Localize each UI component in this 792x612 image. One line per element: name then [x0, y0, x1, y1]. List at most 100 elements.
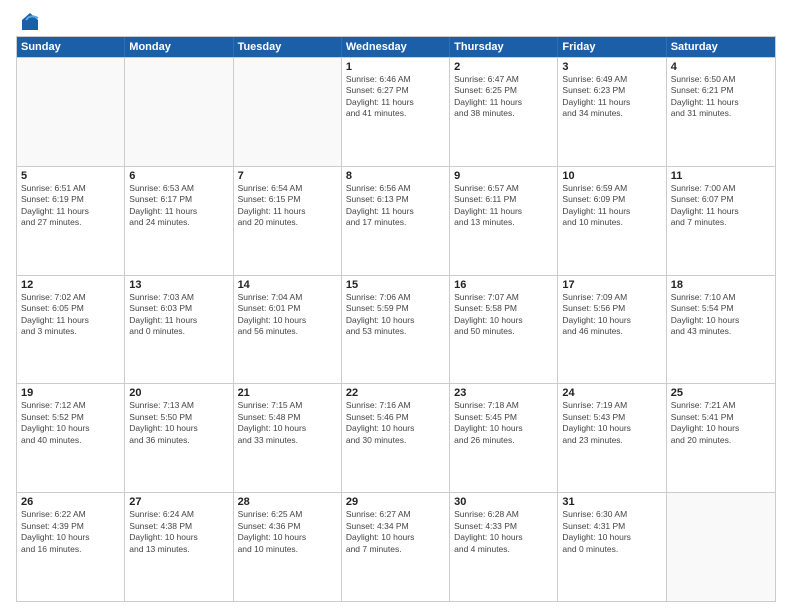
- cell-text: Sunrise: 7:13 AM Sunset: 5:50 PM Dayligh…: [129, 400, 228, 446]
- calendar-cell: 22Sunrise: 7:16 AM Sunset: 5:46 PM Dayli…: [342, 384, 450, 492]
- cell-text: Sunrise: 7:07 AM Sunset: 5:58 PM Dayligh…: [454, 292, 553, 338]
- cell-text: Sunrise: 6:30 AM Sunset: 4:31 PM Dayligh…: [562, 509, 661, 555]
- cell-text: Sunrise: 7:00 AM Sunset: 6:07 PM Dayligh…: [671, 183, 771, 229]
- cell-text: Sunrise: 6:54 AM Sunset: 6:15 PM Dayligh…: [238, 183, 337, 229]
- day-number: 16: [454, 279, 553, 291]
- day-number: 17: [562, 279, 661, 291]
- calendar-row-2: 5Sunrise: 6:51 AM Sunset: 6:19 PM Daylig…: [17, 166, 775, 275]
- day-number: 24: [562, 387, 661, 399]
- calendar-cell: 8Sunrise: 6:56 AM Sunset: 6:13 PM Daylig…: [342, 167, 450, 275]
- logo-icon: [18, 10, 42, 34]
- calendar-cell: [234, 58, 342, 166]
- calendar-cell: 11Sunrise: 7:00 AM Sunset: 6:07 PM Dayli…: [667, 167, 775, 275]
- weekday-header-monday: Monday: [125, 37, 233, 57]
- cell-text: Sunrise: 6:25 AM Sunset: 4:36 PM Dayligh…: [238, 509, 337, 555]
- cell-text: Sunrise: 7:09 AM Sunset: 5:56 PM Dayligh…: [562, 292, 661, 338]
- day-number: 10: [562, 170, 661, 182]
- cell-text: Sunrise: 6:57 AM Sunset: 6:11 PM Dayligh…: [454, 183, 553, 229]
- cell-text: Sunrise: 6:47 AM Sunset: 6:25 PM Dayligh…: [454, 74, 553, 120]
- calendar-cell: 9Sunrise: 6:57 AM Sunset: 6:11 PM Daylig…: [450, 167, 558, 275]
- calendar-cell: 7Sunrise: 6:54 AM Sunset: 6:15 PM Daylig…: [234, 167, 342, 275]
- day-number: 2: [454, 61, 553, 73]
- weekday-header-thursday: Thursday: [450, 37, 558, 57]
- calendar-row-5: 26Sunrise: 6:22 AM Sunset: 4:39 PM Dayli…: [17, 492, 775, 601]
- calendar-cell: 19Sunrise: 7:12 AM Sunset: 5:52 PM Dayli…: [17, 384, 125, 492]
- cell-text: Sunrise: 7:16 AM Sunset: 5:46 PM Dayligh…: [346, 400, 445, 446]
- day-number: 30: [454, 496, 553, 508]
- cell-text: Sunrise: 7:12 AM Sunset: 5:52 PM Dayligh…: [21, 400, 120, 446]
- header: [16, 10, 776, 30]
- cell-text: Sunrise: 6:28 AM Sunset: 4:33 PM Dayligh…: [454, 509, 553, 555]
- day-number: 5: [21, 170, 120, 182]
- calendar-cell: 4Sunrise: 6:50 AM Sunset: 6:21 PM Daylig…: [667, 58, 775, 166]
- calendar-cell: 26Sunrise: 6:22 AM Sunset: 4:39 PM Dayli…: [17, 493, 125, 601]
- calendar-cell: 10Sunrise: 6:59 AM Sunset: 6:09 PM Dayli…: [558, 167, 666, 275]
- day-number: 20: [129, 387, 228, 399]
- cell-text: Sunrise: 7:19 AM Sunset: 5:43 PM Dayligh…: [562, 400, 661, 446]
- cell-text: Sunrise: 6:46 AM Sunset: 6:27 PM Dayligh…: [346, 74, 445, 120]
- calendar-cell: 12Sunrise: 7:02 AM Sunset: 6:05 PM Dayli…: [17, 276, 125, 384]
- cell-text: Sunrise: 7:15 AM Sunset: 5:48 PM Dayligh…: [238, 400, 337, 446]
- day-number: 11: [671, 170, 771, 182]
- calendar-cell: [667, 493, 775, 601]
- day-number: 6: [129, 170, 228, 182]
- cell-text: Sunrise: 7:21 AM Sunset: 5:41 PM Dayligh…: [671, 400, 771, 446]
- day-number: 9: [454, 170, 553, 182]
- weekday-header-tuesday: Tuesday: [234, 37, 342, 57]
- calendar-cell: 5Sunrise: 6:51 AM Sunset: 6:19 PM Daylig…: [17, 167, 125, 275]
- day-number: 25: [671, 387, 771, 399]
- cell-text: Sunrise: 6:24 AM Sunset: 4:38 PM Dayligh…: [129, 509, 228, 555]
- cell-text: Sunrise: 7:02 AM Sunset: 6:05 PM Dayligh…: [21, 292, 120, 338]
- day-number: 12: [21, 279, 120, 291]
- calendar-row-1: 1Sunrise: 6:46 AM Sunset: 6:27 PM Daylig…: [17, 57, 775, 166]
- day-number: 4: [671, 61, 771, 73]
- weekday-header-friday: Friday: [558, 37, 666, 57]
- logo: [16, 10, 42, 30]
- day-number: 31: [562, 496, 661, 508]
- calendar: SundayMondayTuesdayWednesdayThursdayFrid…: [16, 36, 776, 602]
- day-number: 28: [238, 496, 337, 508]
- day-number: 15: [346, 279, 445, 291]
- page: SundayMondayTuesdayWednesdayThursdayFrid…: [0, 0, 792, 612]
- day-number: 29: [346, 496, 445, 508]
- day-number: 23: [454, 387, 553, 399]
- day-number: 7: [238, 170, 337, 182]
- cell-text: Sunrise: 6:22 AM Sunset: 4:39 PM Dayligh…: [21, 509, 120, 555]
- day-number: 1: [346, 61, 445, 73]
- calendar-cell: 16Sunrise: 7:07 AM Sunset: 5:58 PM Dayli…: [450, 276, 558, 384]
- calendar-cell: 25Sunrise: 7:21 AM Sunset: 5:41 PM Dayli…: [667, 384, 775, 492]
- cell-text: Sunrise: 6:53 AM Sunset: 6:17 PM Dayligh…: [129, 183, 228, 229]
- calendar-cell: 21Sunrise: 7:15 AM Sunset: 5:48 PM Dayli…: [234, 384, 342, 492]
- day-number: 3: [562, 61, 661, 73]
- cell-text: Sunrise: 7:10 AM Sunset: 5:54 PM Dayligh…: [671, 292, 771, 338]
- calendar-body: 1Sunrise: 6:46 AM Sunset: 6:27 PM Daylig…: [17, 57, 775, 601]
- calendar-cell: 6Sunrise: 6:53 AM Sunset: 6:17 PM Daylig…: [125, 167, 233, 275]
- day-number: 18: [671, 279, 771, 291]
- calendar-row-3: 12Sunrise: 7:02 AM Sunset: 6:05 PM Dayli…: [17, 275, 775, 384]
- calendar-cell: 2Sunrise: 6:47 AM Sunset: 6:25 PM Daylig…: [450, 58, 558, 166]
- calendar-header: SundayMondayTuesdayWednesdayThursdayFrid…: [17, 37, 775, 57]
- calendar-cell: 13Sunrise: 7:03 AM Sunset: 6:03 PM Dayli…: [125, 276, 233, 384]
- cell-text: Sunrise: 7:18 AM Sunset: 5:45 PM Dayligh…: [454, 400, 553, 446]
- calendar-cell: 18Sunrise: 7:10 AM Sunset: 5:54 PM Dayli…: [667, 276, 775, 384]
- day-number: 22: [346, 387, 445, 399]
- day-number: 14: [238, 279, 337, 291]
- cell-text: Sunrise: 6:49 AM Sunset: 6:23 PM Dayligh…: [562, 74, 661, 120]
- day-number: 13: [129, 279, 228, 291]
- calendar-cell: 1Sunrise: 6:46 AM Sunset: 6:27 PM Daylig…: [342, 58, 450, 166]
- calendar-cell: 20Sunrise: 7:13 AM Sunset: 5:50 PM Dayli…: [125, 384, 233, 492]
- calendar-cell: 27Sunrise: 6:24 AM Sunset: 4:38 PM Dayli…: [125, 493, 233, 601]
- cell-text: Sunrise: 6:50 AM Sunset: 6:21 PM Dayligh…: [671, 74, 771, 120]
- weekday-header-saturday: Saturday: [667, 37, 775, 57]
- day-number: 21: [238, 387, 337, 399]
- cell-text: Sunrise: 6:59 AM Sunset: 6:09 PM Dayligh…: [562, 183, 661, 229]
- day-number: 27: [129, 496, 228, 508]
- day-number: 19: [21, 387, 120, 399]
- weekday-header-wednesday: Wednesday: [342, 37, 450, 57]
- weekday-header-sunday: Sunday: [17, 37, 125, 57]
- cell-text: Sunrise: 7:06 AM Sunset: 5:59 PM Dayligh…: [346, 292, 445, 338]
- calendar-cell: 30Sunrise: 6:28 AM Sunset: 4:33 PM Dayli…: [450, 493, 558, 601]
- calendar-row-4: 19Sunrise: 7:12 AM Sunset: 5:52 PM Dayli…: [17, 383, 775, 492]
- calendar-cell: 28Sunrise: 6:25 AM Sunset: 4:36 PM Dayli…: [234, 493, 342, 601]
- calendar-cell: [125, 58, 233, 166]
